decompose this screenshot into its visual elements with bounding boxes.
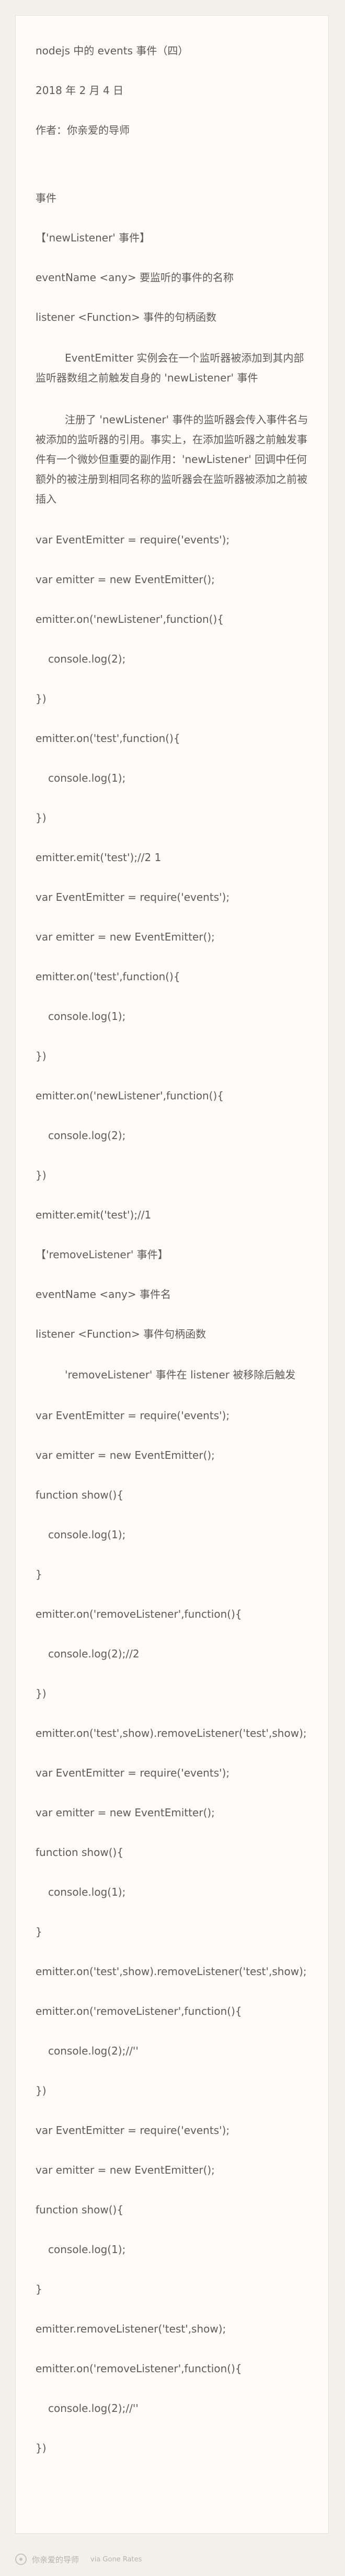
code-line: emitter.on('removeListener',function(){ <box>36 1608 242 1620</box>
code-line: console.log(2); <box>48 653 126 665</box>
code-line: var EventEmitter = require('events'); <box>36 1767 230 1779</box>
paragraph: 注册了 'newListener' 事件的监听器会传入事件名与被添加的监听器的引… <box>36 413 308 505</box>
code-line: emitter.emit('test');//2 1 <box>36 851 162 864</box>
code-line: emitter.removeListener('test',show); <box>36 2323 226 2335</box>
code-line: emitter.emit('test');//1 <box>36 1209 152 1221</box>
subsection-heading: 【'newListener' 事件】 <box>36 231 151 244</box>
code-line: } <box>36 1925 42 1938</box>
code-line: emitter.on('removeListener',function(){ <box>36 2362 242 2375</box>
code-line: }) <box>36 2084 47 2097</box>
code-line: console.log(1); <box>48 1528 126 1541</box>
code-line: var EventEmitter = require('events'); <box>36 533 230 546</box>
code-line: var EventEmitter = require('events'); <box>36 891 230 903</box>
article-date: 2018 年 2 月 4 日 <box>36 84 124 97</box>
code-line: }) <box>36 1169 47 1181</box>
code-line: function show(){ <box>36 1846 124 1859</box>
param-line: eventName <any> 事件名 <box>36 1288 171 1301</box>
section-heading: 事件 <box>36 192 56 204</box>
footer-sub: via Gone Rates <box>90 2555 142 2563</box>
code-line: emitter.on('test',function(){ <box>36 970 180 983</box>
paragraph: 'removeListener' 事件在 listener 被移除后触发 <box>65 1368 296 1381</box>
code-line: }) <box>36 1687 47 1700</box>
code-line: console.log(1); <box>48 1010 126 1023</box>
footer: 你亲爱的导师 via Gone Rates <box>15 2549 329 2570</box>
param-line: eventName <any> 要监听的事件的名称 <box>36 271 234 284</box>
code-line: var EventEmitter = require('events'); <box>36 1409 230 1422</box>
article-author: 作者：你亲爱的导师 <box>36 124 130 136</box>
code-line: }) <box>36 2442 47 2454</box>
code-line: var emitter = new EventEmitter(); <box>36 2164 215 2176</box>
code-line: emitter.on('test',show).removeListener('… <box>36 1965 307 1978</box>
code-line: } <box>36 2283 42 2295</box>
brand-logo-icon <box>15 2554 27 2565</box>
code-line: function show(){ <box>36 2203 124 2216</box>
paragraph: EventEmitter 实例会在一个监听器被添加到其内部监听器数组之前触发自身… <box>36 352 304 384</box>
code-line: var emitter = new EventEmitter(); <box>36 1449 215 1461</box>
code-line: function show(){ <box>36 1489 124 1501</box>
code-line: emitter.on('test',function(){ <box>36 732 180 745</box>
code-line: console.log(2);//'' <box>48 2045 139 2057</box>
code-line: console.log(1); <box>48 2243 126 2256</box>
code-line: emitter.on('newListener',function(){ <box>36 1089 224 1102</box>
code-line: console.log(2); <box>48 1129 126 1142</box>
footer-brand: 你亲爱的导师 <box>32 2555 79 2565</box>
param-line: listener <Function> 事件的句柄函数 <box>36 311 217 323</box>
code-line: var EventEmitter = require('events'); <box>36 2124 230 2137</box>
article-content: nodejs 中的 events 事件（四） 2018 年 2 月 4 日 作者… <box>36 42 314 2479</box>
code-line: emitter.on('newListener',function(){ <box>36 613 224 625</box>
code-line: console.log(1); <box>48 1886 126 1898</box>
code-line: var emitter = new EventEmitter(); <box>36 573 215 586</box>
subsection-heading: 【'removeListener' 事件】 <box>36 1248 168 1261</box>
code-line: }) <box>36 692 47 705</box>
article-title: nodejs 中的 events 事件（四） <box>36 44 189 57</box>
code-line: var emitter = new EventEmitter(); <box>36 1806 215 1819</box>
code-line: }) <box>36 1050 47 1062</box>
code-line: var emitter = new EventEmitter(); <box>36 931 215 943</box>
article-card: nodejs 中的 events 事件（四） 2018 年 2 月 4 日 作者… <box>15 15 329 2534</box>
code-line: emitter.on('test',show).removeListener('… <box>36 1727 307 1739</box>
code-line: console.log(2);//'' <box>48 2402 139 2415</box>
code-line: console.log(1); <box>48 772 126 784</box>
code-line: console.log(2);//2 <box>48 1647 140 1660</box>
param-line: listener <Function> 事件句柄函数 <box>36 1328 206 1340</box>
code-line: emitter.on('removeListener',function(){ <box>36 2005 242 2017</box>
code-line: }) <box>36 811 47 824</box>
code-line: } <box>36 1568 42 1581</box>
